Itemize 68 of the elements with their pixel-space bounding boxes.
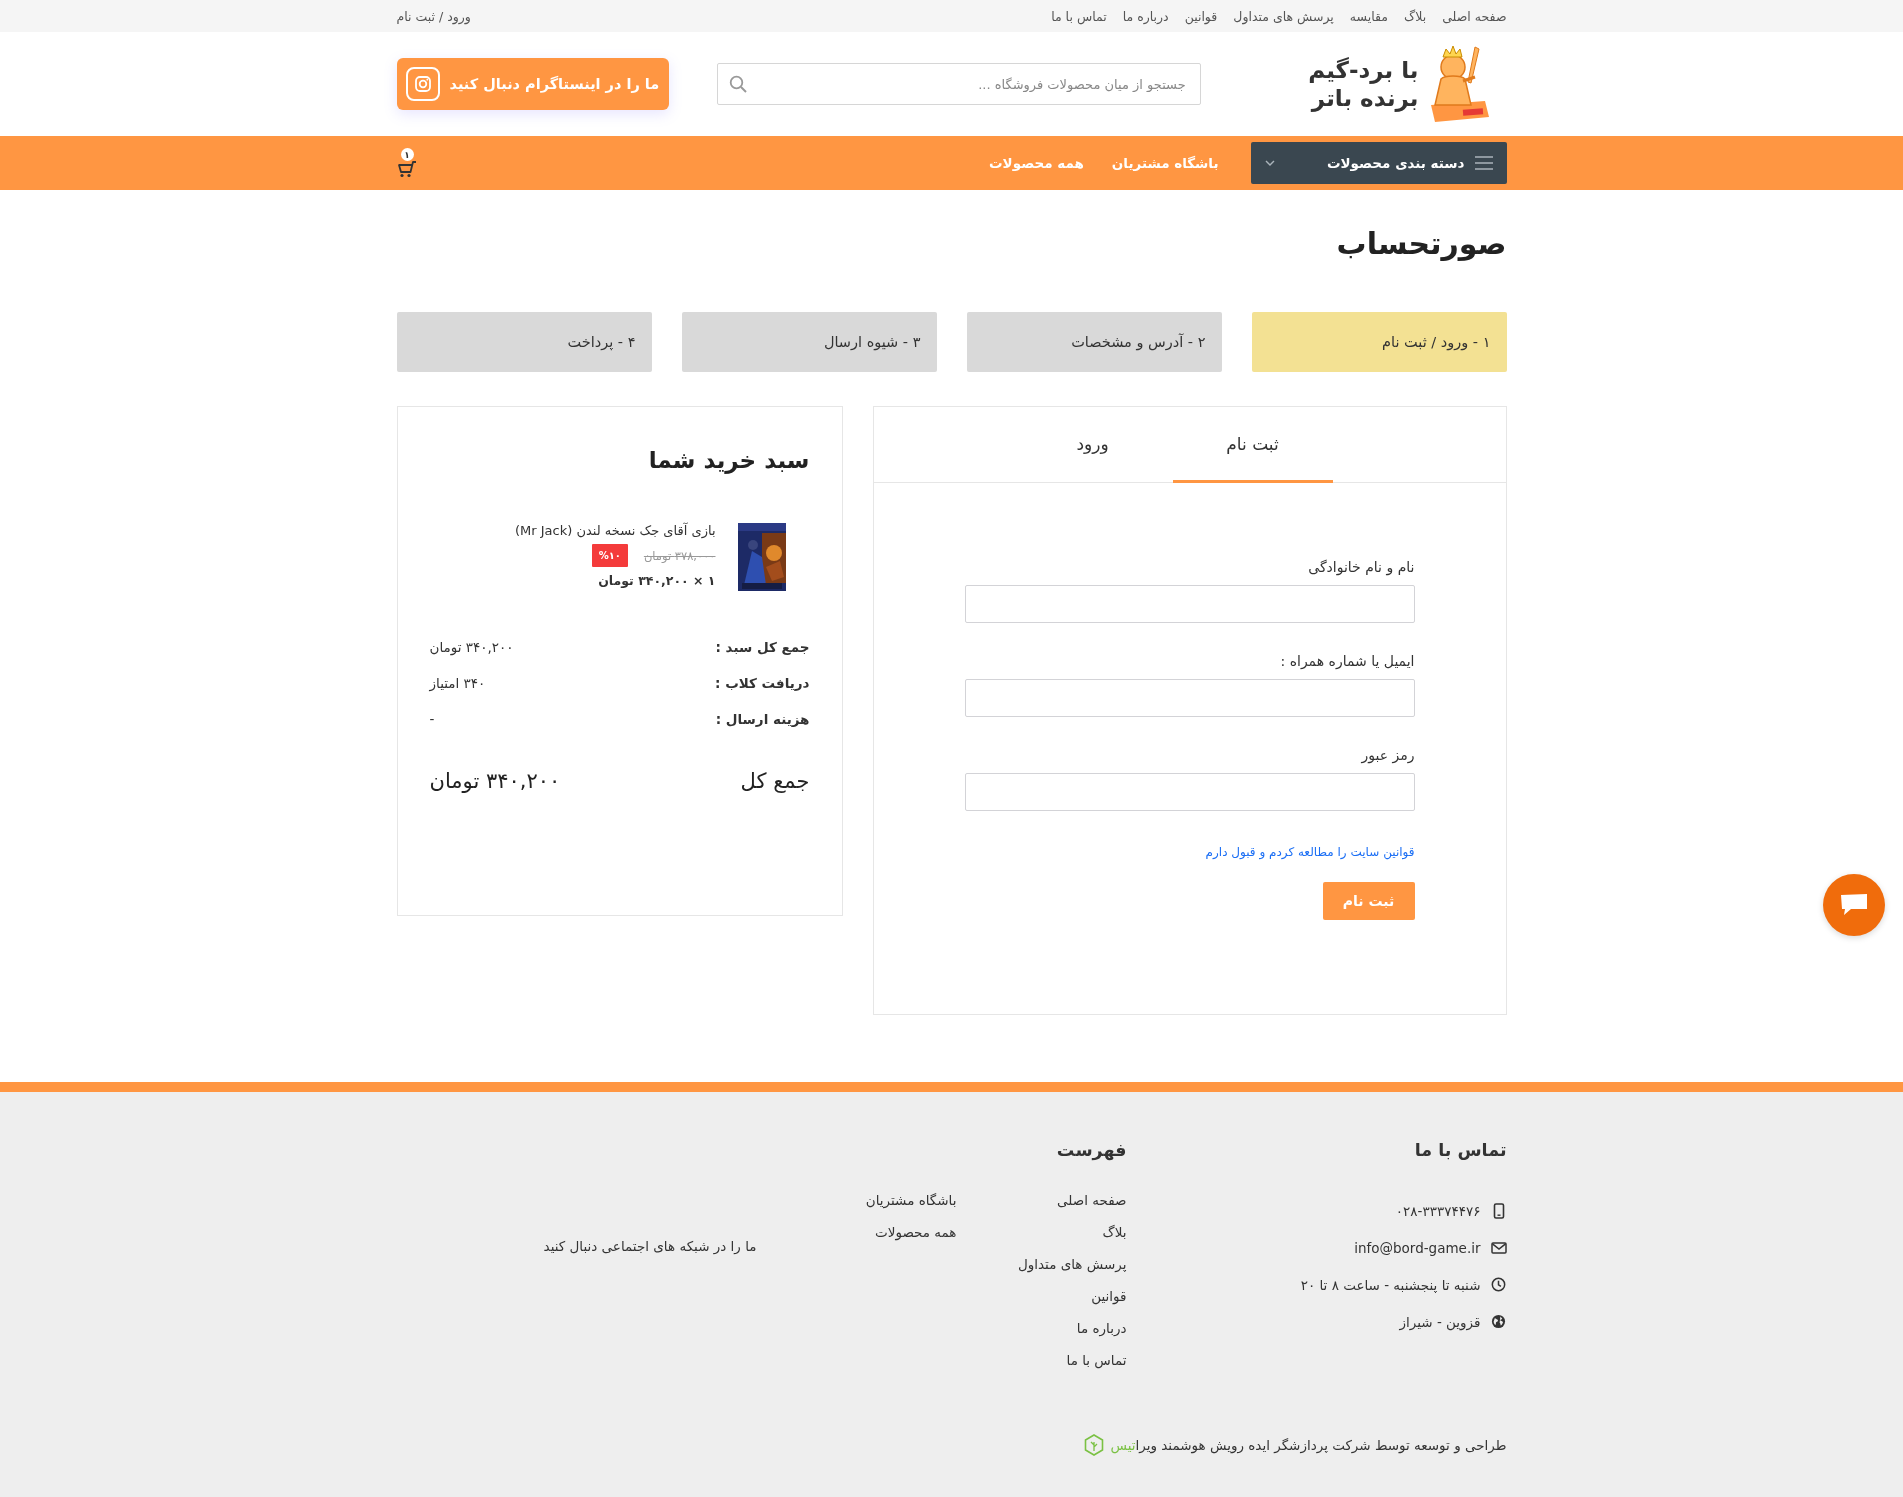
auth-tab[interactable]: ورود: [1012, 407, 1173, 483]
footer-link[interactable]: باشگاه مشتریان: [865, 1192, 957, 1224]
chat-bubble-icon: [1839, 892, 1869, 918]
top-menu-link[interactable]: درباره ما: [1122, 8, 1169, 24]
field-label: نام و نام خانوادگی: [1307, 559, 1415, 575]
contact-info: شنبه تا پنجشنبه - ساعت ۸ تا ۲۰: [1300, 1276, 1481, 1293]
logo-text: با برد-گیم: [1308, 56, 1419, 83]
old-price: ۳۷۸,۰۰۰ تومان: [643, 548, 716, 563]
auth-tab[interactable]: ثبت نام: [1172, 407, 1333, 483]
discount-badge: %۱۰: [591, 544, 628, 567]
categories-button[interactable]: دسته بندی محصولات: [1250, 142, 1507, 184]
top-menu-link[interactable]: صفحه اصلی: [1442, 8, 1507, 24]
social-text: ما را در شبکه های اجتماعی دنبال کنید: [543, 1237, 757, 1257]
footer-link[interactable]: قوانین: [1006, 1288, 1127, 1320]
credit-text: طراحی و توسعه توسط شرکت پردازشگر ایده رویش هوشمند ویراتیس: [1110, 1437, 1507, 1453]
footer-link[interactable]: همه محصولات: [865, 1224, 957, 1256]
phone-icon: [1492, 1202, 1505, 1219]
chevron-down-icon: [1264, 160, 1275, 166]
footer-link[interactable]: صفحه اصلی: [1006, 1192, 1127, 1224]
footer-link[interactable]: پرسش های متداول: [1006, 1256, 1127, 1288]
top-menu-link[interactable]: تماس با ما: [1051, 8, 1107, 24]
cart-count-badge: ۱: [400, 148, 414, 161]
globe-icon: [1491, 1314, 1506, 1329]
input-field[interactable]: [964, 585, 1415, 623]
clock-icon: [1491, 1277, 1506, 1292]
checkout-step: ۱ - ورود / ثبت نام: [1251, 312, 1507, 372]
input-field[interactable]: [964, 773, 1415, 811]
footer-link[interactable]: بلاگ: [1006, 1224, 1127, 1256]
contact-info: قزوین - شیراز: [1399, 1313, 1481, 1330]
field-label: رمز عبور: [1360, 747, 1415, 763]
summary-value: ۳۴۰,۲۰۰ تومان: [429, 639, 514, 655]
top-menu-link[interactable]: بلاگ: [1404, 8, 1427, 24]
total-value: ۳۴۰,۲۰۰ تومان: [429, 769, 561, 793]
chat-button[interactable]: [1823, 874, 1885, 936]
hexagon-logo-icon: [1084, 1434, 1105, 1456]
input-field[interactable]: [964, 679, 1415, 717]
checkout-step: ۲ - آدرس و مشخصات: [966, 312, 1222, 372]
product-name: بازی آقای جک نسخه لندن (Mr Jack): [515, 523, 716, 538]
search-field[interactable]: جستجو از میان محصولات فروشگاه ...: [716, 63, 1201, 105]
summary-label: دریافت کلاب :: [715, 675, 810, 691]
summary-value: -: [429, 711, 435, 727]
checkout-step: ۳ - شیوه ارسال: [681, 312, 937, 372]
contact-info: info@bord-game.ir: [1354, 1239, 1481, 1256]
top-menu-link[interactable]: مقایسه: [1349, 8, 1389, 24]
terms-link[interactable]: قوانین سایت را مطالعه کردم و قبول دارم: [1205, 845, 1415, 859]
contact-info: ۰۲۸-۳۳۳۷۴۴۷۶: [1395, 1202, 1481, 1219]
footer-link[interactable]: درباره ما: [1006, 1320, 1127, 1352]
instagram-icon: [405, 67, 440, 101]
top-menu-link[interactable]: قوانین: [1184, 8, 1218, 24]
field-label: ایمیل یا شماره همراه :: [1279, 653, 1415, 669]
summary-label: جمع کل سبد :: [715, 639, 810, 655]
quantity-price: ۱ × ۳۴۰,۲۰۰ تومان: [597, 573, 716, 588]
checkout-step: ۴ - پرداخت: [396, 312, 652, 372]
menu-icon: [1474, 156, 1493, 170]
footer-link[interactable]: تماس با ما: [1006, 1352, 1127, 1384]
logo-text: برنده باتر: [1309, 85, 1419, 112]
cart-title: سبد خرید شما: [647, 447, 810, 473]
top-menu-link[interactable]: پرسش های متداول: [1233, 8, 1334, 24]
summary-label: هزینه ارسال :: [715, 711, 810, 727]
total-label: جمع کل: [740, 769, 810, 793]
search-icon: [728, 75, 747, 93]
summary-value: ۳۴۰ امتیاز: [429, 675, 486, 691]
envelope-icon: [1490, 1241, 1507, 1254]
footer-heading: فهرست: [1055, 1140, 1127, 1160]
footer-heading: تماس با ما: [1413, 1140, 1507, 1160]
login-register-link[interactable]: ورود / ثبت نام: [396, 8, 471, 24]
page-title: صورتحساب: [1335, 225, 1507, 263]
cart-icon[interactable]: [396, 160, 417, 178]
